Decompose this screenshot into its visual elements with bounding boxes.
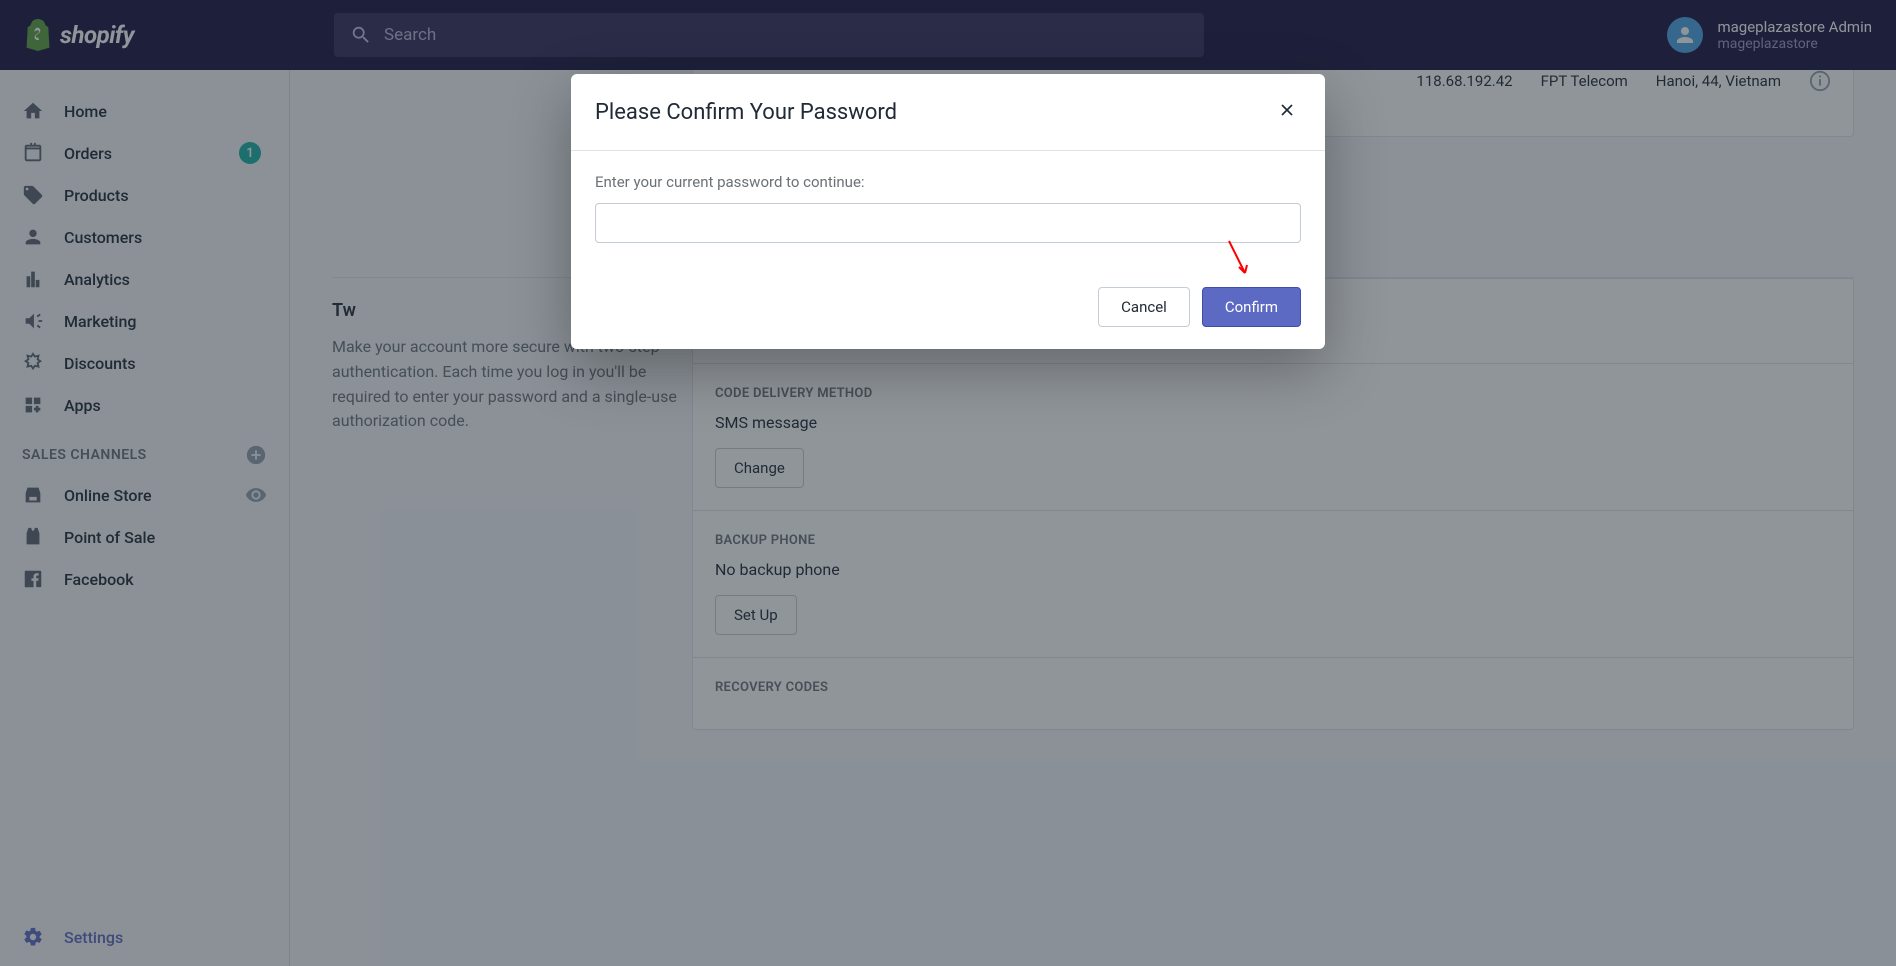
- modal-title: Please Confirm Your Password: [595, 100, 897, 125]
- password-label: Enter your current password to continue:: [595, 173, 1301, 191]
- confirm-password-modal: Please Confirm Your Password Enter your …: [571, 74, 1325, 349]
- cancel-button[interactable]: Cancel: [1098, 287, 1190, 327]
- close-icon: [1277, 100, 1297, 120]
- modal-overlay: Please Confirm Your Password Enter your …: [0, 0, 1896, 966]
- confirm-button[interactable]: Confirm: [1202, 287, 1301, 327]
- annotation-arrow: [1223, 237, 1253, 287]
- close-button[interactable]: [1273, 96, 1301, 128]
- modal-body: Enter your current password to continue:: [571, 151, 1325, 265]
- modal-footer: Cancel Confirm: [571, 265, 1325, 349]
- password-input[interactable]: [595, 203, 1301, 243]
- modal-header: Please Confirm Your Password: [571, 74, 1325, 151]
